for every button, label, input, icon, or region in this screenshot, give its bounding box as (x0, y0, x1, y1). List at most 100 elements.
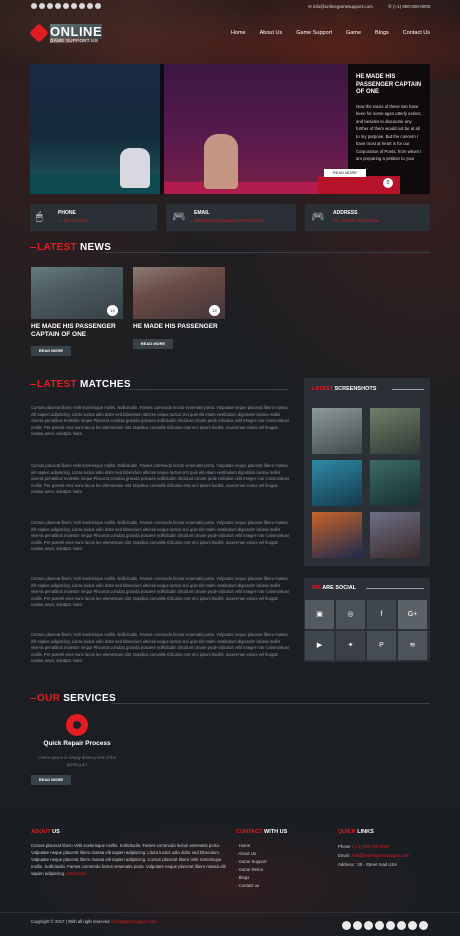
pinterest-icon[interactable] (71, 3, 77, 9)
pinterest-icon[interactable]: P (367, 631, 396, 660)
twitter-icon[interactable] (364, 921, 373, 930)
facebook-icon[interactable] (31, 3, 37, 9)
footer-link-game-support[interactable]: › Game Support (236, 858, 267, 866)
screenshot-thumb[interactable] (312, 512, 362, 558)
news-heading-rule (105, 252, 430, 253)
news-title[interactable]: HE MADE HIS PASSENGER CAPTAIN OF ONE (31, 323, 131, 339)
contact-phone-label: PHONE (58, 210, 76, 216)
footer-link-blogs[interactable]: › Blogs (236, 874, 267, 882)
footer-link-contact-us[interactable]: › Contact us (236, 882, 267, 890)
screenshot-thumb[interactable] (370, 460, 420, 506)
match-paragraph: Cursus placerat libero Velit scelerisque… (31, 463, 290, 495)
topbar-email[interactable]: ✉ info@onlinegamesupport.com (308, 3, 373, 10)
gamepad-icon: 🎮 (172, 211, 186, 223)
matches-heading-rule (125, 389, 289, 390)
logo-subtitle: GAME SUPPORT US (50, 38, 99, 43)
contact-phone-value[interactable]: +1 000 000 0000 (58, 218, 88, 223)
mouse-icon: 🖱 (36, 211, 43, 223)
google-plus-icon[interactable]: G+ (398, 600, 427, 629)
skype-icon[interactable] (95, 3, 101, 9)
slide-image-right (162, 64, 348, 194)
footer-about-title: ABOUT US (31, 829, 60, 835)
footer-contact-title: CONTACT WITH US (236, 829, 288, 835)
match-paragraph: Cursus placerat libero Velit scelerisque… (31, 520, 290, 552)
news-badge: 13 (107, 305, 118, 316)
screenshots-title: LATEST SCREENSHOTS (312, 386, 377, 392)
screenshot-thumb[interactable] (370, 512, 420, 558)
topbar-phone: ✆ (+1) 000-000-0000 (388, 4, 431, 9)
contact-email-box: 🎮 EMAIL INFO@ONLINEGAMESUPPORT.COM (166, 204, 296, 231)
footer-read-more-link[interactable]: read more (66, 871, 86, 876)
skype-icon[interactable] (342, 921, 351, 930)
hero-slider[interactable]: HE MADE HIS PASSENGER CAPTAIN OF ONE Now… (30, 64, 430, 194)
contact-email-label: EMAIL (194, 210, 210, 216)
slide-index-dot[interactable]: 0 (383, 178, 393, 188)
linkedin-icon[interactable] (375, 921, 384, 930)
dribbble-icon[interactable]: ◎ (336, 600, 365, 629)
youtube-icon[interactable]: ▶ (305, 631, 334, 660)
nav-game[interactable]: Game (346, 30, 361, 36)
contact-email-value[interactable]: INFO@ONLINEGAMESUPPORT.COM (194, 218, 264, 223)
social-title: WE ARE SOCIAL (312, 585, 357, 591)
news-read-more-button[interactable]: READ MORE (31, 346, 71, 356)
nav-home[interactable]: Home (231, 30, 246, 36)
pinterest-icon[interactable] (419, 921, 428, 930)
slide-text: Now the races of these two have been for… (356, 103, 422, 162)
footer-about-text: Cursus placerat libero Velit scelerisque… (31, 843, 226, 876)
facebook-icon[interactable] (386, 921, 395, 930)
slide-image-left (30, 64, 162, 194)
news-badge: 15 (209, 305, 220, 316)
slide-read-more-button[interactable]: READ MORE (324, 169, 366, 177)
contact-phone-box: 🖱 PHONE +1 000 000 0000 (30, 204, 157, 231)
nav-contact-us[interactable]: Contact Us (403, 30, 430, 36)
youtube-icon[interactable] (79, 3, 85, 9)
services-heading-rule (112, 703, 430, 704)
twitch-icon[interactable]: ▣ (305, 600, 334, 629)
services-heading: OUR SERVICES (37, 693, 116, 704)
youtube-icon[interactable] (408, 921, 417, 930)
footer-links: › Home › About Us › Game Support › Game … (236, 842, 267, 890)
logo-icon (29, 23, 49, 43)
linkedin-icon[interactable] (55, 3, 61, 9)
twitter-icon[interactable] (47, 3, 53, 9)
screenshot-thumb[interactable] (370, 408, 420, 454)
news-read-more-button[interactable]: READ MORE (133, 339, 173, 349)
facebook-icon[interactable]: f (367, 600, 396, 629)
screenshot-thumb[interactable] (312, 460, 362, 506)
rss-icon[interactable]: ≋ (398, 631, 427, 660)
nav-about-us[interactable]: About Us (260, 30, 283, 36)
topbar-email-text: info@onlinegamesupport.com (313, 4, 373, 9)
footer-phone-value[interactable]: (+1) 000 000 0000 (354, 844, 389, 849)
match-paragraph: Cursus placerat libero Velit scelerisque… (31, 632, 290, 664)
gamepad-icon: 🎮 (311, 211, 325, 223)
footer-address: Address : 25 - Street road USA (338, 862, 398, 867)
footer-link-about-us[interactable]: › About Us (236, 850, 267, 858)
main-nav: Home About Us Game Support Game Blogs Co… (231, 30, 430, 36)
news-heading: LATEST NEWS (37, 242, 112, 253)
footer-quick-title: QUICK LINKS (338, 829, 374, 835)
topbar-phone-text: (+1) 000-000-0000 (393, 4, 431, 9)
footer-social-icons (340, 917, 428, 935)
nav-game-support[interactable]: Game Support (296, 30, 332, 36)
rss-icon[interactable] (87, 3, 93, 9)
google-plus-icon[interactable] (353, 921, 362, 930)
site-logo[interactable]: ONLINE GAME SUPPORT US (29, 23, 104, 46)
match-paragraph: Cursus placerat libero Velit scelerisque… (31, 405, 290, 437)
footer-quick-info: Phone : (+1) 000 000 0000 Email : info@o… (338, 842, 433, 869)
nav-blogs[interactable]: Blogs (375, 30, 389, 36)
contact-address-box: 🎮 ADDRESS 25 - STREET ROAD USA (305, 204, 430, 231)
twitter-icon[interactable]: ✦ (336, 631, 365, 660)
service-read-more-button[interactable]: READ MORE (31, 775, 71, 785)
topbar-social-icons (31, 3, 101, 9)
news-title[interactable]: HE MADE HIS PASSENGER (133, 323, 233, 331)
copyright-link[interactable]: onlinegamesupport.com (111, 919, 157, 924)
google-plus-icon[interactable] (39, 3, 45, 9)
footer-email-value[interactable]: info@onlinegamesupport.com (352, 853, 409, 858)
instagram-icon[interactable] (63, 3, 69, 9)
screenshot-thumb[interactable] (312, 408, 362, 454)
footer-link-home[interactable]: › Home (236, 842, 267, 850)
match-paragraph: Cursus placerat libero Velit scelerisque… (31, 576, 290, 608)
google-plus-icon[interactable] (397, 921, 406, 930)
matches-heading: LATEST MATCHES (37, 379, 131, 390)
footer-link-game-demo[interactable]: › Game Demo (236, 866, 267, 874)
